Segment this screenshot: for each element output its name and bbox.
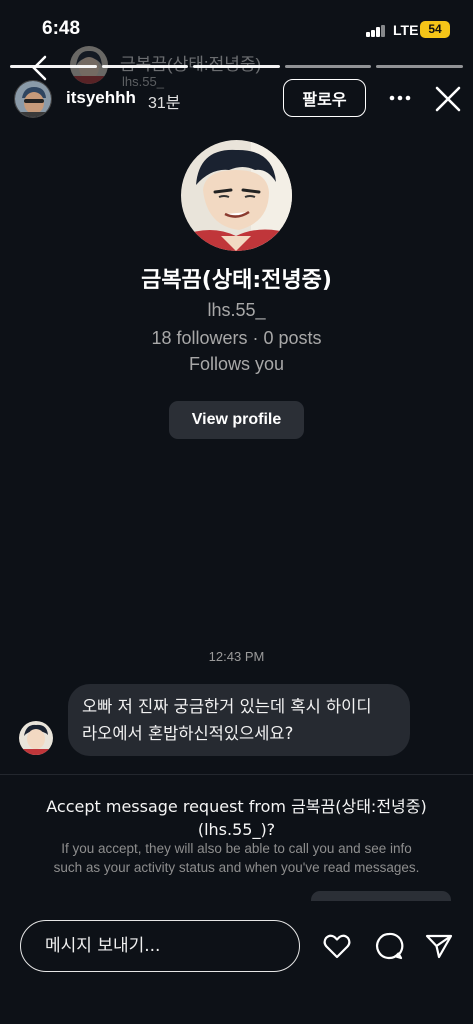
story-username[interactable]: itsyehhh: [66, 88, 136, 108]
status-time: 6:48: [42, 18, 81, 39]
request-description-line: such as your activity status and when yo…: [53, 860, 420, 875]
heart-icon[interactable]: [322, 931, 352, 961]
message-bubble[interactable]: 오빠 저 진짜 궁금한거 있는데 혹시 하이디 라오에서 혼밥하신적있으세요?: [68, 684, 410, 756]
profile-stats: 18 followers · 0 posts: [151, 328, 322, 348]
story-progress: [10, 65, 463, 68]
ghost-name: 금복끔(상태:전녕중): [120, 55, 262, 74]
story-time-ago: 31분: [148, 95, 181, 112]
send-icon[interactable]: [424, 931, 454, 961]
message-text-line: 라오에서 혼밥하신적있으세요?: [82, 724, 294, 743]
progress-segment: [10, 65, 97, 68]
follow-button[interactable]: 팔로우: [283, 79, 366, 117]
follows-you-note: Follows you: [188, 354, 285, 374]
profile-avatar[interactable]: [181, 140, 292, 251]
chat-bubble-icon[interactable]: [374, 931, 404, 961]
close-icon[interactable]: [433, 84, 463, 114]
request-title-line: (lhs.55_)?: [197, 820, 276, 839]
battery-icon: 54: [420, 21, 450, 38]
story-header: itsyehhh 31분 팔로우: [0, 78, 473, 118]
profile-name: 금복끔(상태:전녕중): [141, 268, 332, 293]
request-title: Accept message request from 금복끔(상태:전녕중) …: [20, 795, 453, 841]
progress-segment: [284, 65, 372, 68]
network-type: LTE: [393, 22, 419, 38]
request-description: If you accept, they will also be able to…: [20, 839, 453, 877]
view-profile-button[interactable]: View profile: [169, 401, 304, 439]
battery-level: 54: [428, 22, 442, 36]
progress-segment: [101, 65, 189, 68]
message-text-line: 오빠 저 진짜 궁금한거 있는데 혹시 하이디: [82, 697, 372, 716]
message-input[interactable]: [20, 920, 300, 972]
request-title-line: Accept message request from 금복끔(상태:전녕중): [46, 797, 427, 816]
more-horizontal-icon[interactable]: [388, 86, 412, 110]
profile-handle: lhs.55_: [207, 300, 266, 320]
progress-segment: [376, 65, 463, 68]
request-description-line: If you accept, they will also be able to…: [61, 841, 412, 856]
message-timestamp: 12:43 PM: [208, 649, 265, 664]
cellular-signal-icon: [366, 25, 386, 37]
story-user-avatar[interactable]: [14, 80, 52, 118]
partially-hidden-button[interactable]: [311, 891, 451, 901]
divider: [0, 774, 473, 775]
progress-segment: [193, 65, 280, 68]
sender-avatar[interactable]: [19, 721, 53, 755]
